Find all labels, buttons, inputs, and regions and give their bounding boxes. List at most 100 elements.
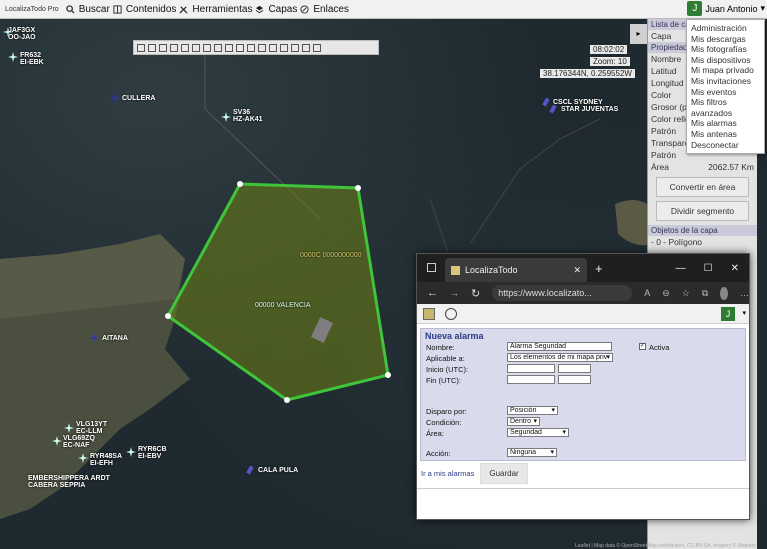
aircraft-label[interactable]: FR632 EI-EBK: [20, 52, 44, 66]
minimize-icon[interactable]: —: [676, 263, 686, 274]
polygon-icon[interactable]: [203, 43, 211, 52]
objects-item[interactable]: - 0 - Polígono: [648, 236, 757, 248]
image-icon[interactable]: [236, 43, 244, 52]
active-checkbox[interactable]: ✓: [639, 343, 646, 350]
menu-item-fotografias[interactable]: Mis fotografías: [691, 44, 764, 55]
avatar[interactable]: J: [721, 307, 735, 321]
action-select[interactable]: Ninguna: [507, 448, 557, 457]
back-icon[interactable]: ←: [427, 287, 438, 299]
aircraft-label[interactable]: RYR48SA EI-EFH: [90, 453, 122, 467]
download-icon[interactable]: [291, 43, 299, 52]
start-time-input[interactable]: [558, 364, 591, 373]
close-window-icon[interactable]: ✕: [731, 263, 739, 274]
objects-header[interactable]: Objetos de la capa: [648, 225, 757, 236]
cloud-icon[interactable]: [302, 43, 310, 52]
trigger-select[interactable]: Posición: [507, 406, 558, 415]
plane-icon[interactable]: [126, 447, 136, 457]
plane-icon[interactable]: [8, 52, 18, 62]
menu-item-alarmas[interactable]: Mis alarmas: [691, 118, 764, 129]
circle-icon[interactable]: [214, 43, 222, 52]
place-label[interactable]: CSCL SYDNEY: [553, 99, 603, 106]
place-label[interactable]: CALA PULA: [258, 467, 298, 474]
app-logo-icon[interactable]: [423, 307, 435, 320]
user-box[interactable]: J Juan Antonio ▾: [687, 1, 765, 16]
menu-item-desconectar[interactable]: Desconectar: [691, 140, 764, 151]
hand-icon[interactable]: [170, 43, 178, 52]
menu-item-mapa-privado[interactable]: Mi mapa privado: [691, 65, 764, 76]
menu-herramientas[interactable]: Herramientas: [179, 4, 252, 15]
zoom-icon[interactable]: ⊖: [662, 288, 670, 299]
place-label[interactable]: STAR JUVENTAS: [561, 106, 618, 113]
condition-select[interactable]: Dentro: [507, 417, 540, 426]
pencil-icon[interactable]: [148, 43, 156, 52]
plane-icon[interactable]: [110, 93, 120, 103]
new-tab-icon[interactable]: +: [595, 261, 603, 276]
menu-capas[interactable]: Capas: [255, 4, 297, 15]
aircraft-label[interactable]: SV36 HZ-AK41: [233, 109, 263, 123]
place-label[interactable]: CABERA SEPPIA: [28, 482, 85, 489]
favorite-icon[interactable]: ☆: [682, 288, 690, 299]
panel-collapse-arrow[interactable]: ▸: [630, 24, 647, 44]
vessel-icon[interactable]: [245, 465, 255, 475]
close-icon[interactable]: [313, 43, 321, 52]
name-input[interactable]: Alarma Seguridad: [507, 342, 612, 351]
end-time-input[interactable]: [558, 375, 591, 384]
collections-icon[interactable]: ⧉: [702, 288, 708, 299]
line-icon[interactable]: [159, 43, 167, 52]
plane-icon[interactable]: [64, 423, 74, 433]
menu-item-invitaciones[interactable]: Mis invitaciones: [691, 76, 764, 87]
area-select[interactable]: Seguridad: [507, 428, 569, 437]
menu-item-dispositivos[interactable]: Mis dispositivos: [691, 55, 764, 66]
convert-to-area-button[interactable]: Convertir en área: [656, 177, 749, 197]
plane-icon[interactable]: [221, 112, 231, 122]
polygon-vessel-label[interactable]: 00000 VALENCIA: [255, 302, 311, 309]
paste-icon[interactable]: [258, 43, 266, 52]
save-button[interactable]: Guardar: [480, 462, 528, 484]
forward-icon[interactable]: →: [450, 288, 459, 298]
browser-tab[interactable]: LocalizaTodo ✕: [445, 258, 587, 282]
menu-buscar[interactable]: Buscar: [66, 4, 110, 15]
aircraft-label[interactable]: VLG69ZQ EC-NAF: [63, 435, 95, 449]
aircraft-label[interactable]: JAF3GX OO-JAO: [8, 27, 36, 41]
refresh-icon[interactable]: ↻: [471, 287, 480, 300]
text-icon[interactable]: [225, 43, 233, 52]
layer-icon[interactable]: [269, 43, 277, 52]
start-date-input[interactable]: [507, 364, 555, 373]
place-label[interactable]: EMBERSHIPPERA ARDT: [28, 475, 110, 482]
plane-icon[interactable]: [89, 333, 99, 343]
rect-icon[interactable]: [181, 43, 189, 52]
place-label[interactable]: CULLERA: [122, 95, 155, 102]
close-tab-icon[interactable]: ✕: [573, 265, 581, 276]
menu-item-filtros[interactable]: Mis filtros avanzados: [691, 97, 764, 118]
copy-icon[interactable]: [247, 43, 255, 52]
select-icon[interactable]: [192, 43, 200, 52]
upload-icon[interactable]: [280, 43, 288, 52]
menu-item-antenas[interactable]: Mis antenas: [691, 129, 764, 140]
read-aloud-icon[interactable]: A: [644, 288, 650, 298]
end-date-input[interactable]: [507, 375, 555, 384]
more-icon[interactable]: …: [740, 288, 749, 298]
app-logo[interactable]: LocalizaTodo Pro: [0, 6, 66, 13]
menu-enlaces[interactable]: Enlaces: [300, 4, 349, 15]
place-label[interactable]: AITANA: [102, 335, 128, 342]
menu-item-eventos[interactable]: Mis eventos: [691, 87, 764, 98]
chevron-down-icon[interactable]: ▾: [742, 309, 746, 317]
profile-icon[interactable]: [720, 286, 728, 300]
apply-select[interactable]: Los elementos de mi mapa priv: [507, 353, 613, 362]
menu-contenidos[interactable]: Contenidos: [113, 4, 176, 15]
menu-item-descargas[interactable]: Mis descargas: [691, 34, 764, 45]
divide-segment-button[interactable]: Dividir segmento: [656, 201, 749, 221]
maximize-icon[interactable]: ☐: [704, 263, 713, 274]
url-field[interactable]: https://www.localizato...: [492, 285, 633, 301]
polygon-vessel-label[interactable]: 0000C 0000000000: [300, 252, 362, 259]
plane-icon[interactable]: [52, 436, 62, 446]
my-alarms-link[interactable]: Ir a mis alarmas: [421, 469, 474, 478]
aircraft-label[interactable]: RYR6CB EI-EBV: [138, 446, 167, 460]
vessel-icon[interactable]: [548, 104, 558, 114]
aircraft-label[interactable]: VLG13YT EC-LLM: [76, 421, 107, 435]
plane-icon[interactable]: [78, 453, 88, 463]
menu-item-administracion[interactable]: Administración: [691, 23, 764, 34]
link-icon[interactable]: [445, 307, 457, 320]
tab-actions-icon[interactable]: [427, 263, 436, 272]
pointer-icon[interactable]: [137, 43, 145, 52]
